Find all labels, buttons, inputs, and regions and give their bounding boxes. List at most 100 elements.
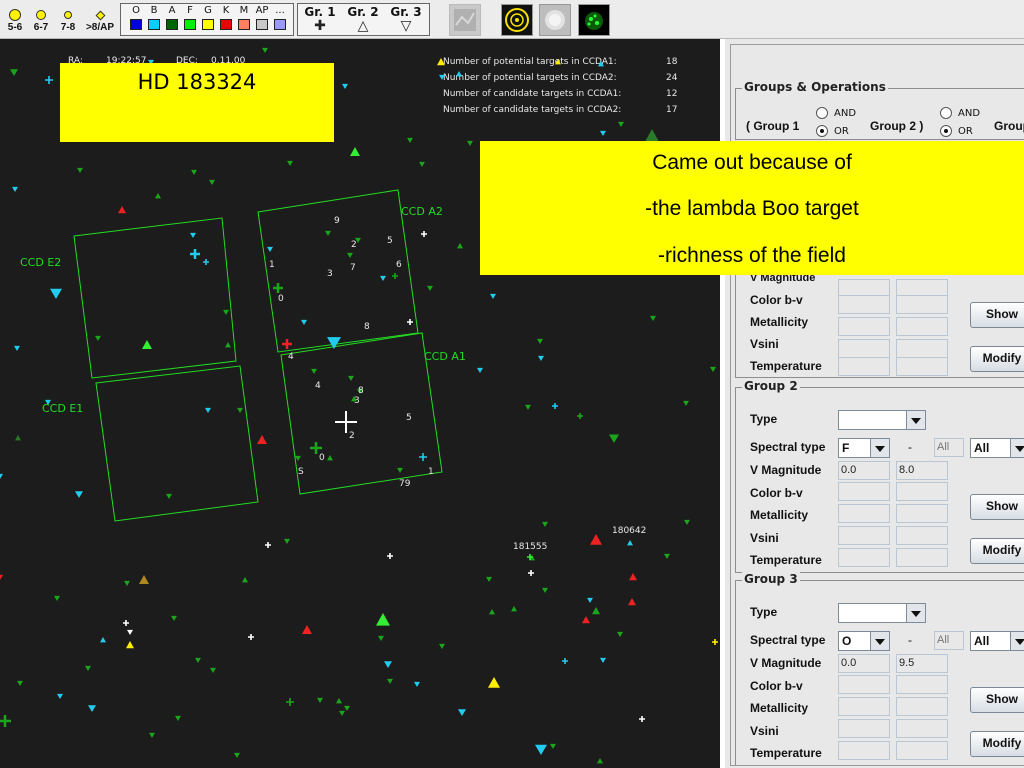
star-plus-marker [203,259,209,265]
star-down-marker [710,366,716,372]
star-number-label: 3 [327,269,333,279]
star-down-marker [537,338,543,344]
op1-or-radio[interactable]: OR [816,125,849,137]
target-crosshair-icon [335,411,357,433]
group3-modify-button[interactable]: Modify [970,731,1024,757]
group2-metallicity-max-field[interactable] [896,504,948,523]
spectral-type-label: Spectral type [750,440,826,454]
spectral-filter-a[interactable]: A [165,5,179,30]
group3-spectral-from-select[interactable]: O [838,631,890,651]
star-plus-marker [265,542,271,548]
star-down-marker [617,631,623,637]
group3-vmag-min-field[interactable]: 0.0 [838,654,890,673]
op1-and-radio[interactable]: AND [816,107,856,119]
target-view-button[interactable] [501,4,533,36]
magnitude-filter-6-7[interactable]: 6-7 [27,3,55,35]
color-min-field[interactable] [838,295,890,314]
group2-operand-label: Group 2 ) [870,119,924,133]
star-number-label: 4 [288,352,294,362]
star-id-label: 180642 [612,526,646,536]
spectral-filter-m[interactable]: M [237,5,251,30]
group2-spectral-to-field[interactable]: All [934,438,964,457]
color-max-field[interactable] [896,295,948,314]
star-down-marker [339,710,345,716]
group3-vsini-max-field[interactable] [896,719,948,738]
group2-temperature-min-field[interactable] [838,548,890,567]
group2-color-min-field[interactable] [838,482,890,501]
group2-vmag-min-field[interactable]: 0.0 [838,461,890,480]
magnitude-filter-5-6[interactable]: 5-6 [1,3,29,35]
group3-metallicity-min-field[interactable] [838,697,890,716]
group2-type-select[interactable] [838,410,926,430]
group-label: Gr. 3 [390,5,422,19]
group2-color-max-field[interactable] [896,482,948,501]
group3-spectral-to-select[interactable]: All [970,631,1024,651]
group1-modify-button[interactable]: Modify [970,346,1024,372]
group3-temperature-max-field[interactable] [896,741,948,760]
sky-image-button[interactable] [449,4,481,36]
metallicity-max-field[interactable] [896,317,948,336]
group3-metallicity-max-field[interactable] [896,697,948,716]
vmag-label: V Magnitude [750,463,822,477]
spectral-filter-f[interactable]: F [183,5,197,30]
group2-vsini-max-field[interactable] [896,526,948,545]
dss-view-button[interactable] [539,4,571,36]
group2-modify-button[interactable]: Modify [970,538,1024,564]
toolbar: 5-6 6-7 7-8 >8/AP O B A F G K M AP ... G… [0,0,1024,39]
group2-spectral-to-select[interactable]: All [970,438,1024,458]
vsini-label: Vsini [750,724,779,738]
vsini-max-field[interactable] [896,339,948,358]
metallicity-min-field[interactable] [838,317,890,336]
magnitude-label: 5-6 [7,22,23,33]
group-2-toggle[interactable]: Gr. 2 △ [343,5,383,33]
spectral-filter-g[interactable]: G [201,5,215,30]
star-up-marker [597,758,603,764]
group2-show-button[interactable]: Show [970,494,1024,520]
group3-vsini-min-field[interactable] [838,719,890,738]
section-title: Group 3 [742,572,800,586]
star-down-marker [387,678,393,684]
group3-color-min-field[interactable] [838,675,890,694]
op2-and-radio[interactable]: AND [940,107,980,119]
vsini-min-field[interactable] [838,339,890,358]
note-line: Came out because of [652,151,852,174]
op2-or-radio[interactable]: OR [940,125,973,137]
group2-vmag-max-field[interactable]: 8.0 [896,461,948,480]
group2-temperature-max-field[interactable] [896,548,948,567]
magnitude-filter-7-8[interactable]: 7-8 [54,3,82,35]
star-down-marker [664,553,670,559]
star-down-marker [419,161,425,167]
star-down-marker [267,246,273,252]
group2-metallicity-min-field[interactable] [838,504,890,523]
star-down-marker [85,665,91,671]
group-1-toggle[interactable]: Gr. 1 ✚ [300,5,340,33]
star-plus-marker [45,76,53,84]
group1-show-button[interactable]: Show [970,302,1024,328]
group3-vmag-max-field[interactable]: 9.5 [896,654,948,673]
star-down-marker [262,47,268,53]
group3-color-max-field[interactable] [896,675,948,694]
group3-spectral-to-field[interactable]: All [934,631,964,650]
group2-spectral-from-select[interactable]: F [838,438,890,458]
range-dash: - [908,633,912,647]
starfield-view-button[interactable] [578,4,610,36]
group3-type-select[interactable] [838,603,926,623]
star-plus-marker [387,553,393,559]
spectral-filter-k[interactable]: K [219,5,233,30]
group3-show-button[interactable]: Show [970,687,1024,713]
spectral-filter-other[interactable]: ... [273,5,287,30]
group2-vsini-min-field[interactable] [838,526,890,545]
group3-temperature-min-field[interactable] [838,741,890,760]
temperature-max-field[interactable] [896,357,948,376]
group-3-toggle[interactable]: Gr. 3 ▽ [386,5,426,33]
star-down-marker [525,404,531,410]
spectral-filter-ap[interactable]: AP [255,5,269,30]
spectral-filter-b[interactable]: B [147,5,161,30]
temperature-min-field[interactable] [838,357,890,376]
star-down-marker [550,743,556,749]
star-number-label: 4 [315,381,321,391]
spectral-filter-o[interactable]: O [129,5,143,30]
star-plus-marker [286,698,294,706]
magnitude-filter-8-ap[interactable]: >8/AP [82,3,118,35]
spectral-label: K [222,5,230,16]
